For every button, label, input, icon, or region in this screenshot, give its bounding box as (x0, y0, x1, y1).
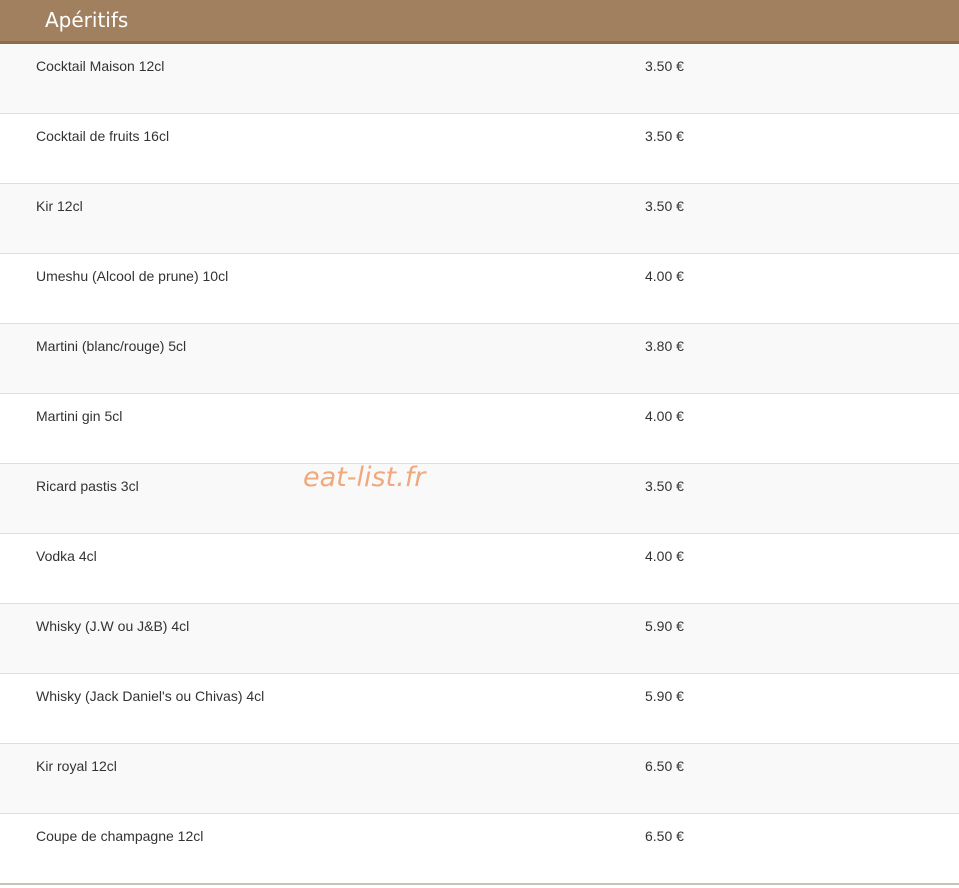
menu-item-name: Vodka 4cl (36, 548, 97, 564)
menu-item-price: 4.00 € (645, 408, 684, 424)
menu-item-name: Martini gin 5cl (36, 408, 123, 424)
menu-item-row: Martini (blanc/rouge) 5cl 3.80 € (0, 324, 959, 394)
menu-item-price: 5.90 € (645, 688, 684, 704)
menu-list: Cocktail Maison 12cl 3.50 € Cocktail de … (0, 44, 959, 885)
menu-item-name: Cocktail Maison 12cl (36, 58, 165, 74)
menu-item-row: Cocktail Maison 12cl 3.50 € (0, 44, 959, 114)
menu-item-price: 4.00 € (645, 548, 684, 564)
menu-item-price: 3.50 € (645, 478, 684, 494)
menu-item-name: Kir 12cl (36, 198, 83, 214)
menu-item-name: Whisky (Jack Daniel's ou Chivas) 4cl (36, 688, 265, 704)
section-title: Apéritifs (45, 8, 129, 32)
menu-item-row: Whisky (J.W ou J&B) 4cl 5.90 € (0, 604, 959, 674)
menu-item-row: Kir 12cl 3.50 € (0, 184, 959, 254)
menu-item-name: Martini (blanc/rouge) 5cl (36, 338, 187, 354)
menu-item-price: 4.00 € (645, 268, 684, 284)
menu-item-name: Umeshu (Alcool de prune) 10cl (36, 268, 229, 284)
menu-item-price: 3.50 € (645, 198, 684, 214)
menu-item-price: 3.50 € (645, 58, 684, 74)
menu-item-row: Coupe de champagne 12cl 6.50 € (0, 814, 959, 885)
menu-item-price: 3.80 € (645, 338, 684, 354)
menu-item-row: Vodka 4cl 4.00 € (0, 534, 959, 604)
menu-item-name: Kir royal 12cl (36, 758, 117, 774)
menu-item-price: 5.90 € (645, 618, 684, 634)
menu-item-row: Umeshu (Alcool de prune) 10cl 4.00 € (0, 254, 959, 324)
menu-item-price: 3.50 € (645, 128, 684, 144)
menu-item-row: Cocktail de fruits 16cl 3.50 € (0, 114, 959, 184)
menu-item-price: 6.50 € (645, 828, 684, 844)
watermark: eat-list.fr (303, 462, 426, 493)
menu-item-name: Coupe de champagne 12cl (36, 828, 204, 844)
menu-item-name: Cocktail de fruits 16cl (36, 128, 170, 144)
menu-item-row: Whisky (Jack Daniel's ou Chivas) 4cl 5.9… (0, 674, 959, 744)
menu-item-name: Whisky (J.W ou J&B) 4cl (36, 618, 190, 634)
menu-item-row: Martini gin 5cl 4.00 € (0, 394, 959, 464)
menu-item-row: Kir royal 12cl 6.50 € (0, 744, 959, 814)
section-header: Apéritifs (0, 0, 959, 44)
menu-item-name: Ricard pastis 3cl (36, 478, 139, 494)
menu-item-row: Ricard pastis 3cl 3.50 € (0, 464, 959, 534)
menu-item-price: 6.50 € (645, 758, 684, 774)
